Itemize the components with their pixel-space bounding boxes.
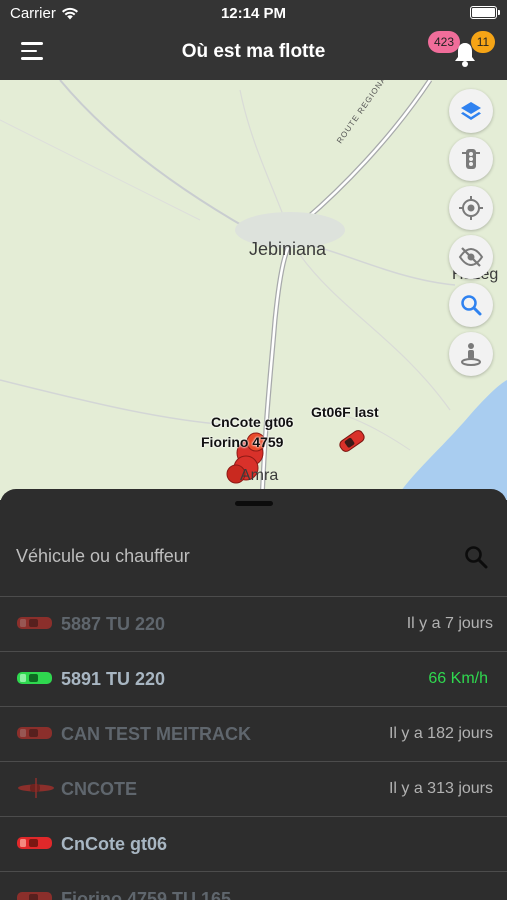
city-label-jebiniana: Jebiniana [249, 239, 327, 259]
app-root: Carrier 12:14 PM Où est ma flotte 423 11 [0, 0, 507, 900]
car-icon [17, 892, 52, 900]
vehicle-speed: 66 Km/h [428, 670, 488, 687]
list-item[interactable]: 5891 TU 220 66 Km/h [0, 651, 507, 706]
car-marker-gt06f[interactable] [334, 426, 370, 456]
car-icon [17, 672, 52, 684]
traffic-button[interactable] [449, 137, 493, 181]
status-bar: Carrier 12:14 PM [0, 0, 507, 28]
motorbike-icon [18, 778, 54, 798]
vehicle-status: Il y a 313 jours [388, 780, 493, 797]
city-label-amra: Amra [240, 467, 279, 484]
vehicle-label-fiorino: Fiorino 4759 [201, 434, 284, 450]
car-icon [17, 837, 52, 849]
list-item[interactable]: Fiorino 4759 TU 165 [0, 871, 507, 900]
vehicle-search-input[interactable] [16, 541, 436, 571]
vehicle-sheet[interactable]: 5887 TU 220 Il y a 7 jours 5891 TU 220 6… [0, 489, 507, 900]
locate-icon [459, 196, 483, 220]
list-item[interactable]: CnCote gt06 [0, 816, 507, 871]
search-icon [461, 295, 482, 316]
map-search-button[interactable] [449, 283, 493, 327]
vehicle-name: CnCote gt06 [61, 834, 168, 854]
sheet-grabber[interactable] [235, 501, 273, 506]
alerts-badge[interactable]: 423 [428, 31, 460, 53]
list-item[interactable]: CAN TEST MEITRACK Il y a 182 jours [0, 706, 507, 761]
street-view-icon [461, 343, 481, 366]
vehicle-name: Fiorino 4759 TU 165 [61, 889, 232, 900]
car-icon [17, 617, 52, 629]
search-bar [0, 527, 507, 585]
vehicle-status: Il y a 182 jours [388, 725, 493, 742]
vehicle-name: CNCOTE [61, 779, 137, 799]
search-icon[interactable] [462, 543, 490, 571]
vehicle-name: CAN TEST MEITRACK [61, 724, 251, 744]
notifications-badge[interactable]: 11 [471, 31, 495, 53]
vehicle-label-cncote: CnCote gt06 [211, 414, 294, 430]
vehicle-name: 5891 TU 220 [61, 669, 166, 689]
locate-button[interactable] [449, 186, 493, 230]
clock: 12:14 PM [220, 5, 287, 22]
list-item[interactable]: CNCOTE Il y a 313 jours [0, 761, 507, 816]
street-view-button[interactable] [449, 332, 493, 376]
vehicle-name: 5887 TU 220 [61, 614, 166, 634]
hide-labels-button[interactable] [449, 235, 493, 279]
nav-bar: Où est ma flotte 423 11 [0, 28, 507, 80]
car-icon [17, 727, 52, 739]
battery-icon [470, 6, 500, 19]
hide-icon [458, 247, 484, 267]
list-item[interactable]: 5887 TU 220 Il y a 7 jours [0, 596, 507, 651]
vehicle-label-gt06f: Gt06F last [311, 404, 379, 420]
traffic-light-icon [462, 149, 480, 169]
vehicle-list: 5887 TU 220 Il y a 7 jours 5891 TU 220 6… [0, 596, 507, 900]
vehicle-status: Il y a 7 jours [406, 615, 493, 632]
fleet-map[interactable]: Jebiniana Hazeg Amra ROUTE REGIONALE SFA… [0, 80, 507, 500]
layers-icon [461, 102, 481, 120]
layers-button[interactable] [449, 89, 493, 133]
